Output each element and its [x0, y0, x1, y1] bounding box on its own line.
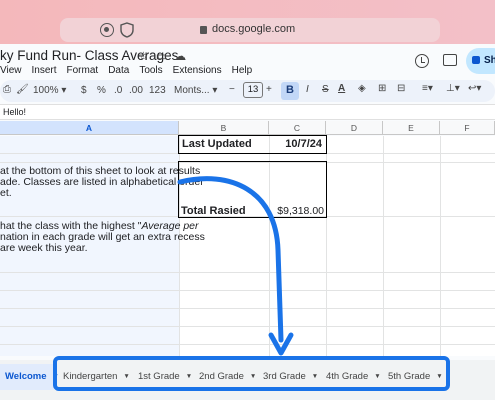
intro-line-3[interactable]: et. — [0, 188, 12, 199]
menu-help[interactable]: Help — [232, 65, 253, 76]
column-header-a[interactable]: A — [0, 121, 179, 135]
column-header-f[interactable]: F — [440, 121, 495, 135]
strikethrough-button[interactable]: S — [322, 84, 329, 95]
zoom-select[interactable]: 100% ▾ — [33, 85, 66, 96]
grid-line — [0, 308, 495, 309]
total-raised-label[interactable]: Total Rasied — [181, 206, 246, 217]
print-icon[interactable]: ⎙ — [3, 84, 11, 95]
tab-welcome[interactable]: Welcome ▼ — [5, 371, 59, 382]
wrap-icon[interactable]: ↩▾ — [468, 83, 481, 94]
font-name: Monts... — [174, 85, 210, 96]
menu-view[interactable]: View — [0, 65, 22, 76]
intro-line-2[interactable]: ade. Classes are listed in alphabetical … — [0, 177, 204, 188]
folder-icon[interactable]: ▭ — [156, 49, 174, 63]
text-color-button[interactable]: A — [338, 83, 345, 94]
total-raised-value[interactable]: $9,318.00 — [270, 206, 324, 217]
last-updated-label[interactable]: Last Updated — [182, 139, 252, 150]
font-size-input[interactable]: 13 — [243, 82, 263, 98]
merge-cells-icon[interactable]: ⊟ — [397, 83, 405, 94]
grid-line — [383, 136, 384, 356]
share-button[interactable]: Sh — [466, 48, 495, 74]
menu-tools[interactable]: Tools — [139, 65, 162, 76]
grid-line — [0, 344, 495, 345]
tab-label: Welcome — [5, 371, 47, 382]
column-header-b[interactable]: B — [179, 121, 269, 135]
rule-line-3[interactable]: are week this year. — [0, 243, 88, 254]
title-actions: ☆▭☁ — [138, 49, 193, 63]
zoom-value: 100% — [33, 85, 59, 96]
menu-extensions[interactable]: Extensions — [173, 65, 222, 76]
grid-line — [440, 136, 441, 356]
column-header-c[interactable]: C — [269, 121, 326, 135]
shield-icon[interactable] — [120, 22, 134, 38]
align-left-icon[interactable]: ≡▾ — [422, 83, 433, 94]
italic-button[interactable]: I — [306, 84, 309, 95]
column-header-e[interactable]: E — [383, 121, 440, 135]
history-icon[interactable] — [415, 54, 429, 68]
chevron-down-icon: ▾ — [212, 85, 218, 96]
grid-line — [0, 272, 495, 273]
star-icon[interactable]: ☆ — [138, 49, 156, 63]
lock-icon — [200, 26, 207, 34]
cloud-icon: ☁ — [174, 49, 194, 63]
borders-icon[interactable]: ⊞ — [378, 83, 386, 94]
vertical-align-icon[interactable]: ⊥▾ — [446, 83, 460, 94]
percent-format-button[interactable]: % — [97, 85, 106, 96]
grid-line — [0, 326, 495, 327]
formula-bar[interactable] — [0, 104, 495, 120]
more-formats-button[interactable]: 123 — [149, 85, 166, 96]
menu-data[interactable]: Data — [108, 65, 129, 76]
font-size-increase-button[interactable]: + — [266, 84, 272, 95]
font-size-decrease-button[interactable]: − — [229, 84, 235, 95]
grid-line — [0, 290, 495, 291]
decrease-decimal-button[interactable]: .0 — [114, 85, 122, 96]
privacy-icon[interactable] — [100, 23, 114, 37]
font-select[interactable]: Monts... ▾ — [174, 85, 217, 96]
fill-color-icon[interactable]: ◈ — [358, 83, 366, 94]
menu-bar: View Insert Format Data Tools Extensions… — [0, 65, 252, 76]
bold-button[interactable]: B — [281, 82, 299, 100]
increase-decimal-button[interactable]: .00 — [129, 85, 143, 96]
menu-format[interactable]: Format — [67, 65, 99, 76]
currency-format-button[interactable]: $ — [81, 85, 87, 96]
paint-format-icon[interactable]: 🖌 — [16, 84, 29, 95]
url-text[interactable]: docs.google.com — [212, 23, 295, 35]
formula-value[interactable]: Hello! — [3, 107, 26, 117]
menu-insert[interactable]: Insert — [32, 65, 57, 76]
tabs-highlight-box — [53, 356, 450, 391]
column-header-d[interactable]: D — [326, 121, 383, 135]
comment-icon[interactable] — [443, 54, 457, 66]
last-updated-value[interactable]: 10/7/24 — [282, 139, 322, 150]
chevron-down-icon: ▾ — [61, 85, 67, 96]
